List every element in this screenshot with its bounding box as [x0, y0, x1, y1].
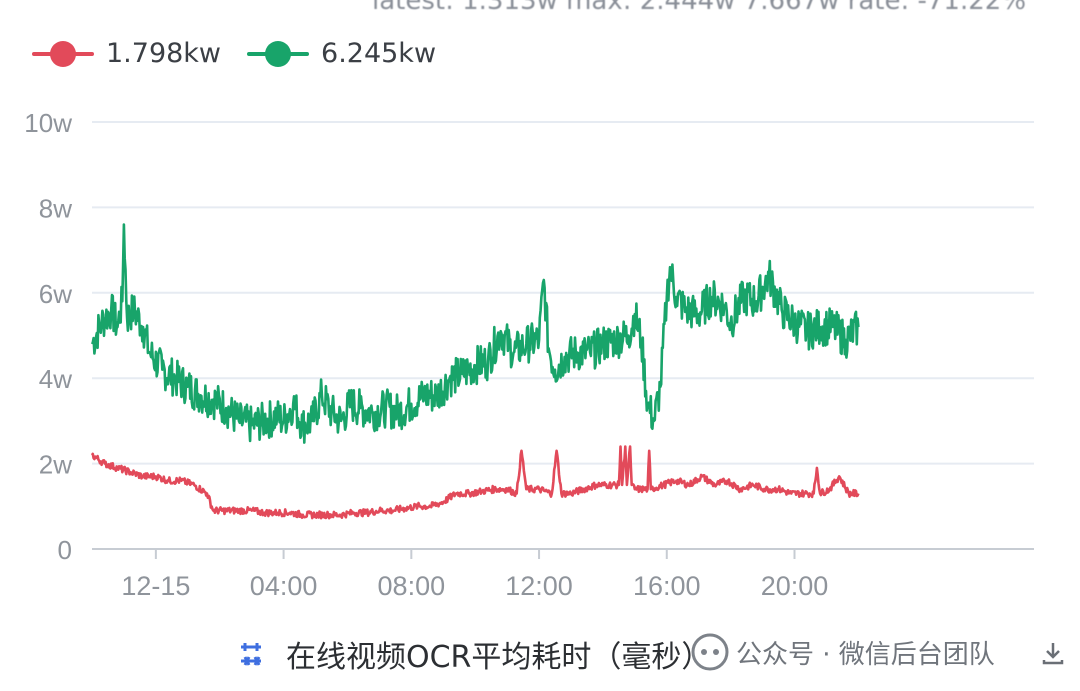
- x-tick-label: 16:00: [633, 571, 701, 601]
- y-tick-label: 2w: [39, 450, 72, 480]
- chart-type-icon: [241, 643, 261, 666]
- x-tick-label: 12-15: [121, 571, 190, 601]
- chart-title: 在线视频OCR平均耗时（毫秒）: [236, 632, 711, 676]
- x-tick-label: 04:00: [250, 571, 318, 601]
- download-icon[interactable]: [1040, 640, 1066, 666]
- watermark-text: 公众号 · 微信后台团队: [736, 639, 995, 670]
- series-lines: [90, 223, 860, 520]
- y-tick-label: 4w: [39, 364, 72, 394]
- series-line-green: [90, 223, 860, 444]
- chart-title-text: 在线视频OCR平均耗时（毫秒）: [286, 640, 712, 675]
- series-line-red: [90, 445, 860, 520]
- y-tick-label: 0: [58, 535, 72, 565]
- x-tick-label: 08:00: [378, 571, 446, 601]
- y-tick-label: 6w: [39, 279, 72, 309]
- y-tick-label: 10w: [24, 108, 72, 138]
- x-tick-label: 20:00: [761, 571, 829, 601]
- y-tick-label: 8w: [39, 193, 72, 223]
- x-tick-label: 12:00: [505, 571, 573, 601]
- line-chart: 0 2w 4w 6w 8w 10w 12-15 04:00 08:00 12:00 16:00 20:…: [24, 108, 1034, 601]
- wechat-logo-icon: [691, 633, 729, 671]
- watermark: 公众号 · 微信后台团队: [690, 632, 995, 672]
